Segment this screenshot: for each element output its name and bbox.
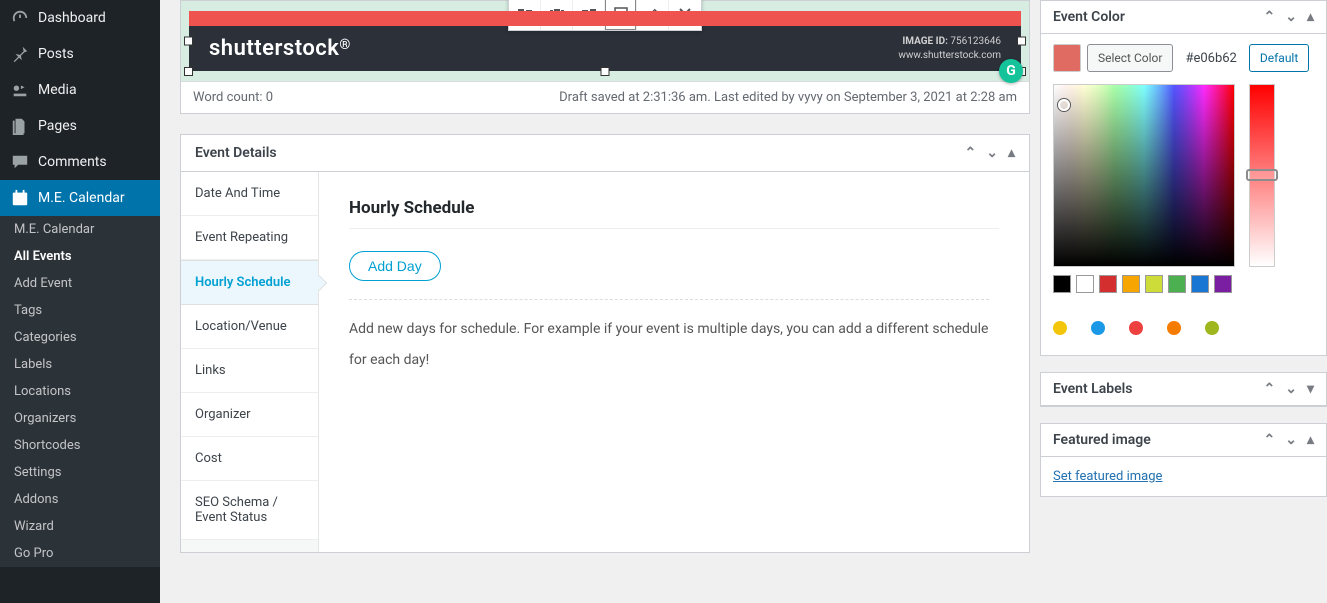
image-meta: IMAGE ID: 756123646 www.shutterstock.com [898,35,1001,63]
panel-heading: Hourly Schedule [349,198,999,229]
pages-icon [10,116,30,136]
tab-links[interactable]: Links [181,349,318,393]
submenu-item-labels[interactable]: Labels [0,351,160,378]
settings-rail: Event Color ⌃ ⌄ ▴ Select Color #e06b62 D… [1040,0,1327,603]
comments-icon [10,152,30,172]
metabox-toggle-icon[interactable]: ▾ [1307,381,1314,397]
sidebar-item-media[interactable]: Media [0,72,160,108]
editor-status-bar: Word count: 0 Draft saved at 2:31:36 am.… [181,81,1029,113]
submenu-item-go-pro[interactable]: Go Pro [0,540,160,567]
image-watermark-bar: shutterstock® IMAGE ID: 756123646 www.sh… [189,26,1021,71]
set-featured-image-link[interactable]: Set featured image [1053,469,1162,484]
hue-slider[interactable] [1249,84,1275,267]
submenu-item-categories[interactable]: Categories [0,324,160,351]
metabox-toggle-icon[interactable]: ▴ [1307,9,1314,25]
color-picker-cursor[interactable] [1058,99,1070,111]
add-day-button[interactable]: Add Day [349,251,441,281]
select-color-button[interactable]: Select Color [1087,44,1173,72]
event-labels-metabox: Event Labels ⌃ ⌄ ▾ [1040,372,1327,407]
grammarly-icon[interactable]: G [999,59,1023,83]
submenu-item-shortcodes[interactable]: Shortcodes [0,432,160,459]
color-saturation-area[interactable] [1053,84,1235,267]
color-swatch[interactable] [1145,275,1163,293]
tab-date-and-time[interactable]: Date And Time [181,172,318,216]
shutterstock-logo: shutterstock® [209,36,351,61]
color-tag-dots [1041,303,1326,355]
event-details-tabs: Date And TimeEvent RepeatingHourly Sched… [181,172,319,552]
tab-cost[interactable]: Cost [181,437,318,481]
color-dot[interactable] [1129,321,1143,335]
metabox-move-up-icon[interactable]: ⌃ [1264,381,1276,397]
color-swatch[interactable] [1214,275,1232,293]
metabox-move-down-icon[interactable]: ⌄ [1285,9,1297,25]
panel-description: Add new days for schedule. For example i… [349,299,989,376]
wp-admin-sidebar: DashboardPostsMediaPagesCommentsM.E. Cal… [0,0,160,603]
color-dot[interactable] [1053,321,1067,335]
event-color-title: Event Color [1053,9,1125,25]
resize-handle[interactable] [184,67,193,76]
pin-icon [10,44,30,64]
sidebar-item-m-e-calendar[interactable]: M.E. Calendar [0,180,160,216]
metabox-move-down-icon[interactable]: ⌄ [986,145,998,161]
event-color-metabox: Event Color ⌃ ⌄ ▴ Select Color #e06b62 D… [1040,0,1327,356]
default-color-button[interactable]: Default [1249,44,1309,72]
color-swatch[interactable] [1099,275,1117,293]
selected-image[interactable]: shutterstock® IMAGE ID: 756123646 www.sh… [189,11,1021,71]
metabox-move-up-icon[interactable]: ⌃ [1264,9,1276,25]
featured-image-metabox: Featured image ⌃ ⌄ ▴ Set featured image [1040,423,1327,497]
submenu-item-settings[interactable]: Settings [0,459,160,486]
color-dot[interactable] [1167,321,1181,335]
color-dot[interactable] [1091,321,1105,335]
sidebar-item-posts[interactable]: Posts [0,36,160,72]
media-icon [10,80,30,100]
tab-seo-schema-event-status[interactable]: SEO Schema / Event Status [181,481,318,540]
color-swatch[interactable] [1122,275,1140,293]
color-swatch[interactable] [1076,275,1094,293]
tab-hourly-schedule[interactable]: Hourly Schedule [181,260,318,305]
metabox-move-down-icon[interactable]: ⌄ [1285,432,1297,448]
main-content: shutterstock® IMAGE ID: 756123646 www.sh… [160,0,1040,603]
color-hex-value: #e06b62 [1179,44,1242,72]
sidebar-item-comments[interactable]: Comments [0,144,160,180]
metabox-move-up-icon[interactable]: ⌃ [1264,432,1276,448]
preset-swatches [1053,275,1314,293]
tab-location-venue[interactable]: Location/Venue [181,305,318,349]
submenu-item-locations[interactable]: Locations [0,378,160,405]
hue-slider-thumb[interactable] [1246,169,1278,181]
color-swatch[interactable] [1168,275,1186,293]
tab-organizer[interactable]: Organizer [181,393,318,437]
submenu-item-tags[interactable]: Tags [0,297,160,324]
color-dot[interactable] [1205,321,1219,335]
sidebar-item-pages[interactable]: Pages [0,108,160,144]
save-status: Draft saved at 2:31:36 am. Last edited b… [559,90,1017,105]
submenu-item-m-e-calendar[interactable]: M.E. Calendar [0,216,160,243]
calendar-icon [10,188,30,208]
submenu-item-organizers[interactable]: Organizers [0,405,160,432]
event-details-title: Event Details [195,145,277,161]
color-swatch[interactable] [1053,275,1071,293]
sidebar-item-dashboard[interactable]: Dashboard [0,0,160,36]
resize-handle[interactable] [184,37,193,46]
submenu-item-all-events[interactable]: All Events [0,243,160,270]
tab-event-repeating[interactable]: Event Repeating [181,216,318,260]
metabox-toggle-icon[interactable]: ▴ [1307,432,1314,448]
submenu-item-add-event[interactable]: Add Event [0,270,160,297]
resize-handle[interactable] [1017,37,1026,46]
color-swatch[interactable] [1191,275,1209,293]
metabox-move-up-icon[interactable]: ⌃ [965,145,977,161]
metabox-move-down-icon[interactable]: ⌄ [1285,381,1297,397]
submenu-item-wizard[interactable]: Wizard [0,513,160,540]
word-count: Word count: 0 [193,90,273,105]
event-labels-title: Event Labels [1053,381,1133,397]
dashboard-icon [10,8,30,28]
current-color-swatch [1053,44,1081,72]
resize-handle[interactable] [601,67,610,76]
image-preview-banner [189,11,1021,26]
event-details-metabox: Event Details ⌃ ⌄ ▴ Date And TimeEvent R… [180,134,1030,553]
content-editor-box: shutterstock® IMAGE ID: 756123646 www.sh… [180,0,1030,114]
featured-image-title: Featured image [1053,432,1151,448]
submenu-item-addons[interactable]: Addons [0,486,160,513]
metabox-toggle-icon[interactable]: ▴ [1008,145,1015,161]
hourly-schedule-panel: Hourly Schedule Add Day Add new days for… [319,172,1029,552]
